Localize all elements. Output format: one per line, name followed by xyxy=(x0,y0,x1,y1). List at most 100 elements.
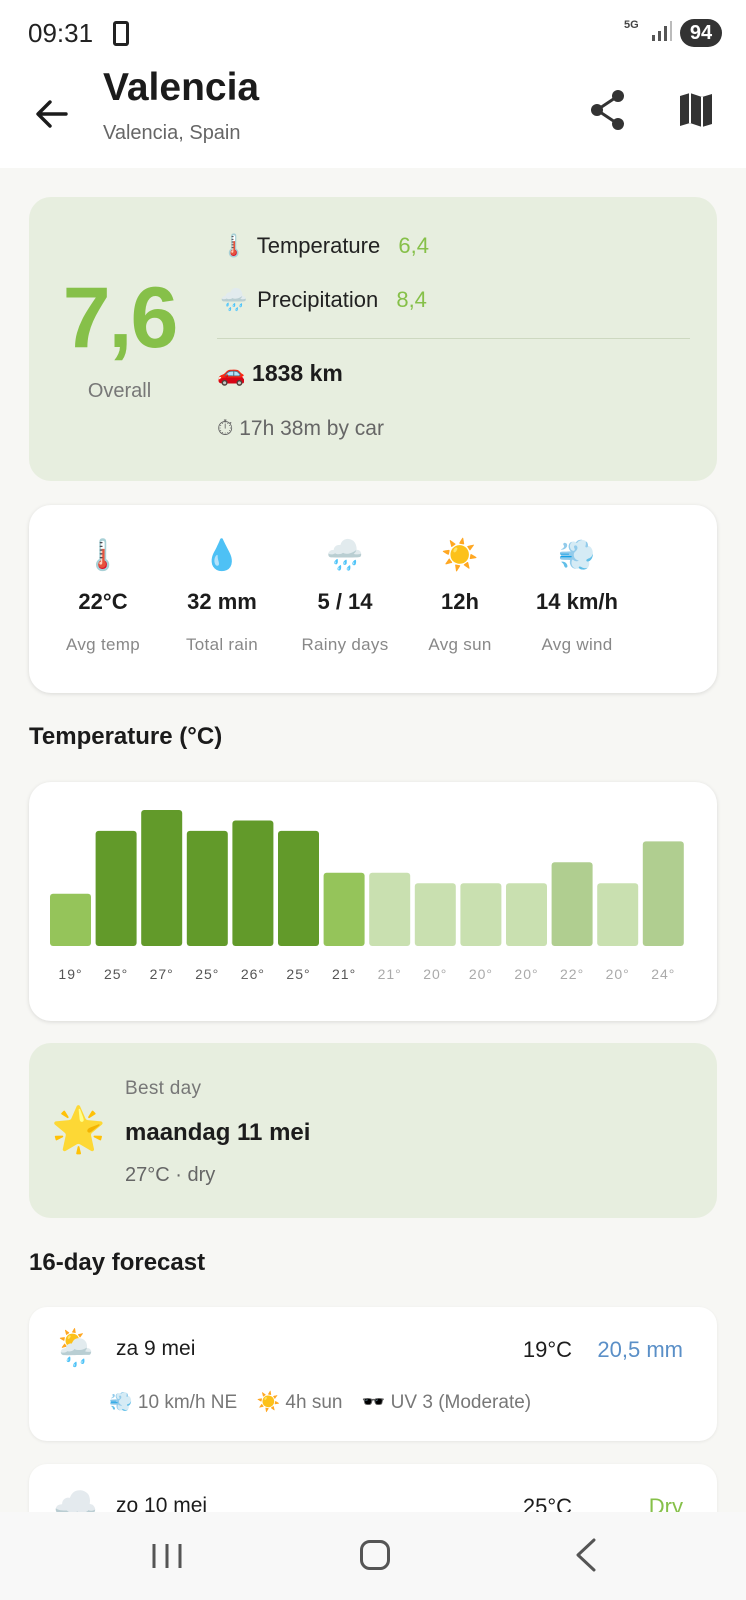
temperature-tick-label: 21° xyxy=(378,966,402,982)
temperature-bar xyxy=(278,830,319,946)
thermometer-icon: 🌡️ xyxy=(84,539,122,572)
stat-label: Total rain xyxy=(186,635,258,654)
arrow-left-icon[interactable] xyxy=(30,92,74,136)
map-icon[interactable] xyxy=(676,90,716,130)
stat-label: Avg wind xyxy=(541,635,613,654)
distance-value: 1838 km xyxy=(252,360,343,386)
temperature-bar xyxy=(460,883,502,946)
signal-icon xyxy=(652,21,672,41)
forecast-temp: 19°C xyxy=(522,1337,572,1362)
distance: 🚗 1838 km xyxy=(217,360,343,387)
temperature-tick-label: 24° xyxy=(651,966,675,982)
temperature-tick-label: 25° xyxy=(195,966,219,982)
temperature-bar xyxy=(369,872,411,946)
forecast-date: za 9 mei xyxy=(116,1337,196,1360)
forecast-sun: ☀️ 4h sun xyxy=(256,1392,343,1413)
temperature-tick-label: 27° xyxy=(150,966,174,982)
best-day-detail: 27°C · dry xyxy=(125,1164,216,1186)
overall-score: 7,6 xyxy=(62,270,179,366)
temperature-bar xyxy=(323,872,365,946)
best-day-label: Best day xyxy=(125,1078,202,1099)
thermometer-icon: 🌡️ xyxy=(220,233,248,258)
divider xyxy=(217,338,690,339)
app-bar: Valencia Valencia, Spain xyxy=(0,62,746,168)
temperature-score-value: 6,4 xyxy=(398,233,429,258)
stat-total-rain: 💧 32 mm Total rain xyxy=(162,535,282,655)
temperature-tick-label: 21° xyxy=(332,966,356,982)
sun-rain-cloud-icon: 🌦️ xyxy=(53,1327,98,1368)
stat-label: Rainy days xyxy=(301,635,389,654)
temperature-chart: 19° 25° 27° 25° 26° 25° 21° 21° 20° 20° 20° 22° 20° 2… xyxy=(29,782,717,1021)
temperature-bar-chart: 19° 25° 27° 25° 26° 25° 21° 21° 20° 20° 20° 22° 20° 2… xyxy=(50,810,684,982)
recents-icon[interactable] xyxy=(150,1542,184,1570)
stats-card: 🌡️ 22°C Avg temp 💧 32 mm Total rain 🌧️ 5… xyxy=(29,505,717,693)
temperature-tick-label: 26° xyxy=(241,966,265,982)
stat-value: 22°C xyxy=(78,589,128,614)
stat-value: 32 mm xyxy=(187,589,257,614)
stat-rainy-days: 🌧️ 5 / 14 Rainy days xyxy=(285,535,405,655)
phone-icon xyxy=(113,21,129,46)
precipitation-score-value: 8,4 xyxy=(396,287,427,312)
forecast-uv: 🕶️ UV 3 (Moderate) xyxy=(361,1392,532,1413)
stat-value: 14 km/h xyxy=(536,589,618,614)
temperature-bar xyxy=(186,830,228,946)
temperature-bar xyxy=(141,810,183,946)
temperature-tick-label: 22° xyxy=(560,966,584,982)
temperature-bar xyxy=(506,883,547,946)
forecast-rain: 20,5 mm xyxy=(597,1337,683,1362)
temperature-section-title: Temperature (°C) xyxy=(29,723,223,750)
stat-avg-sun: ☀️ 12h Avg sun xyxy=(400,535,520,655)
temperature-bar xyxy=(232,820,274,946)
stopwatch-icon: ⏱ xyxy=(217,417,234,440)
temperature-bar xyxy=(50,893,91,946)
stat-avg-temp: 🌡️ 22°C Avg temp xyxy=(43,535,163,655)
stat-avg-wind: 💨 14 km/h Avg wind xyxy=(517,535,637,655)
stat-value: 5 / 14 xyxy=(317,589,373,614)
droplet-icon: 💧 xyxy=(203,539,241,572)
forecast-details: 💨 10 km/h NE ☀️ 4h sun 🕶️ UV 3 (Moderate… xyxy=(109,1390,545,1414)
share-icon[interactable] xyxy=(588,88,628,132)
best-day-date: maandag 11 mei xyxy=(125,1119,311,1146)
network-type: 5G xyxy=(624,19,639,31)
temperature-bar xyxy=(95,830,137,946)
status-time: 09:31 xyxy=(28,18,94,48)
page-title: Valencia xyxy=(103,66,260,109)
rain-cloud-icon: 🌧️ xyxy=(326,539,364,572)
score-card[interactable]: 7,6 Overall 🌡️ Temperature 6,4 🌧️ Precip… xyxy=(29,197,717,481)
temperature-score: 🌡️ Temperature 6,4 xyxy=(217,233,429,259)
overall-label: Overall xyxy=(87,380,152,402)
forecast-wind: 💨 10 km/h NE xyxy=(109,1392,238,1413)
stat-value: 12h xyxy=(441,589,479,614)
precipitation-score-label: Precipitation xyxy=(257,287,379,312)
precipitation-score: 🌧️ Precipitation 8,4 xyxy=(217,287,427,313)
temperature-bar xyxy=(551,862,593,946)
temperature-tick-label: 20° xyxy=(514,966,538,982)
forecast-day[interactable]: 🌦️ za 9 mei 19°C 20,5 mm 💨 10 km/h NE ☀️… xyxy=(29,1307,717,1441)
car-icon: 🚗 xyxy=(217,360,246,386)
travel-duration: ⏱ 17h 38m by car xyxy=(217,417,384,441)
temperature-tick-label: 20° xyxy=(469,966,493,982)
page-subtitle: Valencia, Spain xyxy=(103,122,241,144)
rain-cloud-icon: 🌧️ xyxy=(220,287,248,312)
best-day-card[interactable]: 🌟 Best day maandag 11 mei 27°C · dry xyxy=(29,1043,717,1218)
stat-label: Avg sun xyxy=(428,635,492,654)
wind-icon: 💨 xyxy=(558,539,596,572)
temperature-tick-label: 20° xyxy=(606,966,630,982)
sun-icon: ☀️ xyxy=(441,539,479,572)
temperature-score-label: Temperature xyxy=(256,233,381,258)
temperature-bar xyxy=(597,883,639,946)
temperature-bar xyxy=(414,883,456,946)
battery-indicator: 94 xyxy=(680,19,722,47)
status-bar: 09:31 5G 94 xyxy=(0,0,746,62)
nav-back-icon[interactable] xyxy=(574,1538,598,1572)
temperature-tick-label: 25° xyxy=(104,966,128,982)
temperature-bar xyxy=(642,841,684,946)
temperature-tick-label: 20° xyxy=(423,966,447,982)
temperature-tick-label: 25° xyxy=(286,966,310,982)
temperature-tick-label: 19° xyxy=(58,966,82,982)
home-icon[interactable] xyxy=(360,1540,390,1570)
stat-label: Avg temp xyxy=(66,635,140,654)
forecast-section-title: 16-day forecast xyxy=(29,1249,206,1276)
system-nav-bar xyxy=(0,1512,746,1600)
travel-duration-value: 17h 38m by car xyxy=(239,417,384,440)
